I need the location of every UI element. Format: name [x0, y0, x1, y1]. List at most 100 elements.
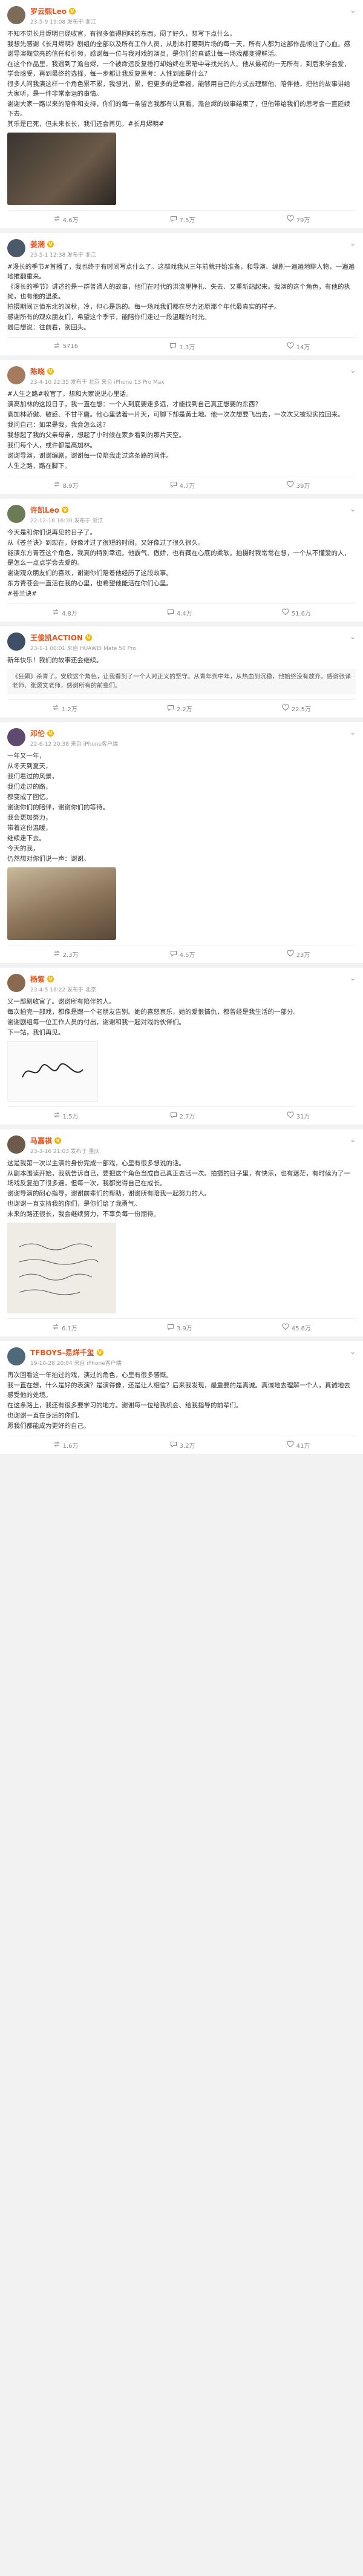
- comment-button[interactable]: 2.2万: [167, 703, 192, 714]
- repost-button[interactable]: 5716: [53, 341, 78, 352]
- username[interactable]: TFBOYS-易烊千玺 V: [30, 1347, 346, 1358]
- post-paragraph: 也谢谢一直支持我的你们，是你们给了我勇气。: [7, 1200, 141, 1208]
- comment-button[interactable]: 2.7万: [170, 1111, 195, 1121]
- username-text[interactable]: 陈晓: [30, 366, 45, 376]
- chevron-down-icon[interactable]: ⌄: [346, 366, 356, 375]
- post-meta: 马嘉祺 V 23-3-16 21:03 发布于 重庆: [30, 1135, 346, 1155]
- comment-button[interactable]: 7.5万: [170, 214, 195, 225]
- like-button[interactable]: 14万: [287, 341, 310, 352]
- like-icon: [287, 1111, 294, 1120]
- repost-count: 6.1万: [61, 1326, 77, 1332]
- username[interactable]: 王俊凯ACTION V: [30, 632, 346, 643]
- post-paragraph: 谢谢你们的陪伴，谢谢你们的等待。: [7, 804, 109, 811]
- comment-button[interactable]: 4.4万: [167, 608, 192, 618]
- post-image[interactable]: [7, 133, 116, 205]
- post-paragraph: 感谢所有的观众朋友们，希望这个季节，能陪你们走过一段温暖的时光。: [7, 314, 211, 321]
- chevron-down-icon[interactable]: ⌄: [346, 1347, 356, 1356]
- like-icon: [282, 608, 289, 617]
- like-button[interactable]: 79万: [287, 214, 310, 225]
- comment-button[interactable]: 4.5万: [170, 949, 195, 959]
- repost-icon: [52, 608, 59, 617]
- username-text[interactable]: 王俊凯ACTION: [30, 632, 83, 643]
- username[interactable]: 陈晓 V: [30, 366, 346, 376]
- post-paragraph: 也谢谢一直在身后的你们。: [7, 1412, 83, 1419]
- username-text[interactable]: 许凯Leo: [30, 505, 59, 515]
- username[interactable]: 姜潮 V: [30, 239, 346, 249]
- avatar[interactable]: [7, 1347, 25, 1365]
- chevron-down-icon[interactable]: ⌄: [346, 6, 356, 15]
- username-text[interactable]: TFBOYS-易烊千玺: [30, 1347, 94, 1358]
- chevron-down-icon[interactable]: ⌄: [346, 239, 356, 248]
- like-button[interactable]: 31万: [287, 1111, 310, 1121]
- username-text[interactable]: 邓伦: [30, 728, 45, 738]
- post-paragraph: 又一部剧收官了。谢谢所有陪伴的人。: [7, 998, 116, 1005]
- username[interactable]: 许凯Leo V: [30, 505, 346, 515]
- repost-icon: [53, 1441, 60, 1450]
- repost-button[interactable]: 1.5万: [53, 1111, 79, 1121]
- like-button[interactable]: 22.5万: [282, 703, 311, 714]
- username-text[interactable]: 罗云熙Leo: [30, 6, 67, 16]
- post-actions: 1.5万 2.7万 31万: [7, 1106, 356, 1121]
- post-paragraph: #漫长的季节#首播了，我也终于有时间写点什么了。这部戏我从三年前就开始准备，和导…: [7, 263, 355, 280]
- verified-icon: V: [96, 1349, 103, 1356]
- avatar[interactable]: [7, 728, 25, 746]
- username[interactable]: 罗云熙Leo V: [30, 6, 346, 16]
- post-paragraph: 都变成了回忆。: [7, 794, 52, 801]
- avatar[interactable]: [7, 974, 25, 992]
- chevron-down-icon[interactable]: ⌄: [346, 974, 356, 982]
- avatar[interactable]: [7, 632, 25, 651]
- like-button[interactable]: 41万: [287, 1440, 310, 1450]
- post-actions: 4.6万 7.5万 79万: [7, 210, 356, 225]
- username[interactable]: 杨紫 V: [30, 974, 346, 984]
- repost-button[interactable]: 1.2万: [52, 703, 77, 714]
- post-paragraph: 我问自己：如果是我，我会怎么选？: [7, 421, 109, 429]
- username-text[interactable]: 杨紫: [30, 974, 45, 984]
- avatar[interactable]: [7, 1135, 25, 1154]
- post-paragraph: 从《苍兰诀》到现在，好像才过了很短的时间，又好像过了很久很久。: [7, 539, 204, 547]
- chevron-down-icon[interactable]: ⌄: [346, 632, 356, 641]
- username[interactable]: 邓伦 V: [30, 728, 346, 738]
- comment-button[interactable]: 3.9万: [167, 1322, 192, 1333]
- post-paragraph: 谢谢导演的耐心指导，谢谢前辈们的帮助，谢谢所有陪我一起努力的人。: [7, 1190, 211, 1197]
- signature-image[interactable]: [7, 1041, 98, 1102]
- post-paragraph: 我们每个人，或许都是高加林。: [7, 442, 96, 449]
- feed-post: TFBOYS-易烊千玺 V 19-10-28 20:04 来自 iPhone客户端 ⌄…: [0, 1341, 363, 1454]
- chevron-down-icon[interactable]: ⌄: [346, 1135, 356, 1144]
- post-meta: 王俊凯ACTION V 23-1-1 00:01 来自 HUAWEI Mate 50…: [30, 632, 346, 652]
- comment-button[interactable]: 3.2万: [170, 1440, 195, 1450]
- like-button[interactable]: 39万: [287, 480, 310, 490]
- repost-count: 1.5万: [62, 1114, 79, 1120]
- repost-button[interactable]: 1.6万: [53, 1440, 78, 1450]
- avatar[interactable]: [7, 6, 25, 24]
- post-paragraph: 《漫长的季节》讲述的是一群普通人的故事，他们在时代的洪流里挣扎、失去、又重新站起…: [7, 283, 350, 300]
- chevron-down-icon[interactable]: ⌄: [346, 505, 356, 513]
- username-text[interactable]: 姜潮: [30, 239, 45, 249]
- avatar[interactable]: [7, 239, 25, 257]
- post-paragraph: 带着这份温暖，: [7, 824, 52, 832]
- post-paragraph: 拍摄期间正值东北的深秋，冷，但心是热的。每一场戏我们都在尽力还原那个年代最真实的…: [7, 303, 281, 310]
- like-button[interactable]: 45.6万: [282, 1322, 311, 1333]
- handwriting-image[interactable]: [7, 1223, 116, 1313]
- username-text[interactable]: 马嘉祺: [30, 1135, 52, 1146]
- repost-button[interactable]: 8.9万: [53, 480, 78, 490]
- post-image[interactable]: [7, 867, 116, 940]
- chevron-down-icon[interactable]: ⌄: [346, 728, 356, 737]
- avatar[interactable]: [7, 366, 25, 384]
- quoted-post[interactable]: 《狂飙》杀青了。安欣这个角色，让我看到了一个人对正义的坚守。从青年到中年，从热血…: [7, 669, 356, 694]
- post-body: 又一部剧收官了。谢谢所有陪伴的人。 每次拍完一部戏，都像是跟一个老朋友告别。她的喜…: [7, 997, 356, 1037]
- like-icon: [287, 481, 294, 490]
- avatar[interactable]: [7, 505, 25, 523]
- repost-button[interactable]: 6.1万: [52, 1322, 77, 1333]
- post-paragraph: 最后想说：往前看，别回头。: [7, 324, 90, 331]
- repost-button[interactable]: 2.3万: [53, 949, 78, 959]
- comment-button[interactable]: 1.3万: [169, 341, 195, 352]
- repost-button[interactable]: 4.8万: [52, 608, 77, 618]
- repost-button[interactable]: 4.6万: [53, 214, 78, 225]
- post-paragraph: 从冬天到夏天，: [7, 763, 52, 770]
- post-actions: 5716 1.3万 14万: [7, 337, 356, 352]
- comment-button[interactable]: 4.7万: [170, 480, 195, 490]
- comment-icon: [169, 342, 177, 351]
- like-button[interactable]: 51.6万: [282, 608, 311, 618]
- like-button[interactable]: 23万: [287, 949, 310, 959]
- username[interactable]: 马嘉祺 V: [30, 1135, 346, 1146]
